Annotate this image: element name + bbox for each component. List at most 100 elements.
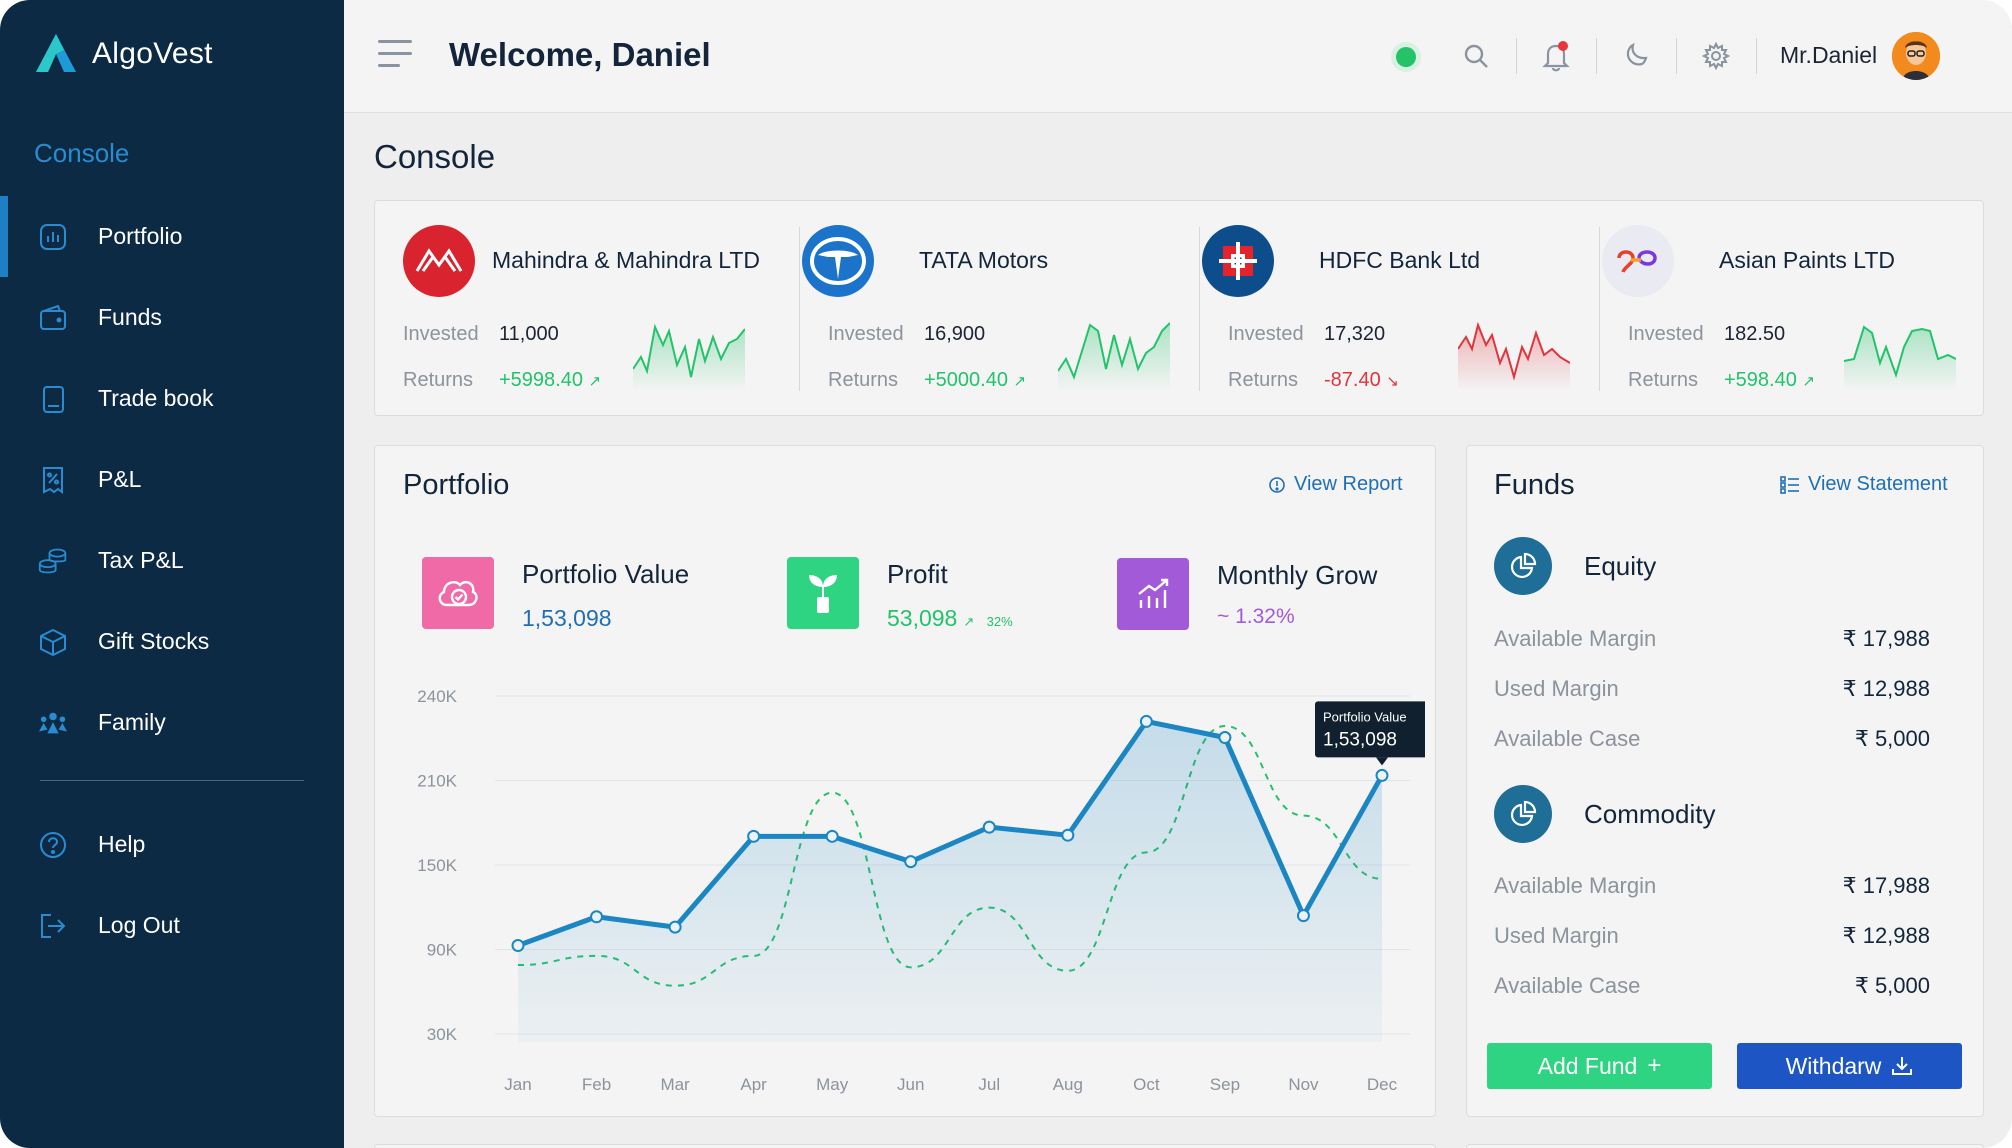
stock-returns: Returns -87.40 ↘ [1228, 369, 1399, 391]
data-point [1139, 714, 1153, 728]
x-tick-label: Nov [1288, 1075, 1319, 1094]
page-title: Console [374, 138, 496, 175]
stock-name: Asian Paints LTD [1719, 247, 1895, 273]
sidebar: AlgoVest Console Portfolio Funds Trade b… [0, 0, 344, 1148]
data-point [1296, 909, 1310, 923]
fund-row: Available Case ₹ 5,000 [1494, 973, 1930, 998]
kpi-value: 53,098 ↗ 32% [887, 605, 1013, 631]
fund-group-commodity: Commodity [1494, 785, 1715, 843]
trend-up-icon: ↗ [963, 614, 975, 629]
sidebar-item-funds[interactable]: Funds [0, 277, 344, 358]
data-point [1375, 768, 1389, 782]
add-fund-button[interactable]: Add Fund + [1487, 1043, 1712, 1089]
plant-growth-icon [787, 557, 859, 629]
hamburger-menu-icon[interactable] [378, 40, 412, 70]
sidebar-divider [40, 780, 304, 781]
stock-card-hdfc[interactable]: HDFC Bank Ltd Invested 17,320 Returns -87.… [1200, 201, 1600, 417]
sparkline-chart [1844, 325, 1956, 391]
view-report-link[interactable]: View Report [1268, 473, 1403, 496]
fund-row: Available Case ₹ 5,000 [1494, 726, 1930, 751]
x-tick-label: May [816, 1075, 849, 1094]
fund-row: Used Margin ₹ 12,988 [1494, 676, 1930, 701]
x-tick-label: Mar [660, 1075, 690, 1094]
stock-invested: Invested 182.50 [1628, 323, 1786, 345]
avatar[interactable] [1892, 32, 1940, 80]
kpi-profit: Profit 53,098 ↗ 32% [787, 557, 1047, 637]
returns-value: +5000.40 ↗ [924, 369, 1027, 391]
user-name[interactable]: Mr.Daniel [1780, 42, 1877, 69]
fund-group-title: Equity [1584, 550, 1657, 581]
sidebar-item-pnl[interactable]: P&L [0, 439, 344, 520]
welcome-title: Welcome, Daniel [449, 36, 711, 73]
online-status-icon [1396, 47, 1416, 67]
tooltip-arrow [1376, 757, 1388, 766]
sidebar-item-label: Family [98, 709, 166, 735]
kpi-sub-value: 32% [986, 614, 1013, 629]
stock-cards: Mahindra & Mahindra LTD Invested 11,000 R… [374, 200, 1984, 416]
fund-amount: ₹ 12,988 [1842, 923, 1930, 948]
sidebar-section-title: Console [34, 138, 130, 168]
y-tick-label: 240K [417, 687, 457, 706]
fund-amount: ₹ 17,988 [1842, 873, 1930, 898]
view-statement-link[interactable]: View Statement [1780, 473, 1948, 496]
sidebar-item-gift-stocks[interactable]: Gift Stocks [0, 601, 344, 682]
sidebar-item-tax-pnl[interactable]: Tax P&L [0, 520, 344, 601]
header-divider [1756, 38, 1757, 74]
info-circle-icon [1269, 476, 1285, 493]
sidebar-item-portfolio[interactable]: Portfolio [0, 196, 344, 277]
invested-value: 17,320 [1324, 323, 1386, 345]
settings-gear-icon[interactable] [1700, 40, 1732, 72]
brand[interactable]: AlgoVest [34, 32, 213, 76]
x-tick-label: Jun [897, 1075, 924, 1094]
algovest-logo-icon [36, 34, 76, 72]
fund-amount: ₹ 17,988 [1842, 626, 1930, 651]
notification-bell-icon[interactable] [1540, 40, 1572, 72]
search-icon[interactable] [1460, 40, 1492, 72]
sidebar-item-label: Portfolio [98, 223, 183, 249]
fund-amount: ₹ 5,000 [1854, 973, 1930, 998]
stock-card-asian-paints[interactable]: Asian Paints LTD Invested 182.50 Returns +… [1600, 201, 2000, 417]
stock-returns: Returns +5000.40 ↗ [828, 369, 1027, 391]
stock-returns: Returns +598.40 ↗ [1628, 369, 1815, 391]
next-panel-edge [1466, 1144, 1984, 1148]
family-icon [38, 708, 68, 738]
data-point [668, 920, 682, 934]
tata-logo-icon [802, 225, 874, 297]
x-tick-label: Oct [1133, 1075, 1160, 1094]
asian-paints-logo-icon [1602, 225, 1674, 297]
trend-down-icon: ↘ [1386, 373, 1399, 390]
x-tick-label: Dec [1367, 1075, 1398, 1094]
portfolio-title: Portfolio [403, 469, 510, 501]
sparkline-chart [633, 323, 745, 391]
pie-chart-icon [1494, 785, 1552, 843]
header-divider [1516, 38, 1517, 74]
returns-value: -87.40 ↘ [1324, 369, 1399, 391]
x-tick-label: Feb [582, 1075, 611, 1094]
app-window: AlgoVest Console Portfolio Funds Trade b… [0, 0, 2012, 1148]
y-tick-label: 210K [417, 772, 457, 791]
sidebar-item-help[interactable]: Help [0, 804, 344, 885]
dark-mode-moon-icon[interactable] [1620, 40, 1652, 72]
data-point [1061, 828, 1075, 842]
stock-card-mahindra[interactable]: Mahindra & Mahindra LTD Invested 11,000 R… [375, 201, 775, 417]
sidebar-item-family[interactable]: Family [0, 682, 344, 763]
pie-chart-icon [1494, 537, 1552, 595]
withdraw-button[interactable]: Withdarw [1737, 1043, 1962, 1089]
stock-invested: Invested 17,320 [1228, 323, 1386, 345]
sidebar-item-logout[interactable]: Log Out [0, 885, 344, 966]
stock-name: TATA Motors [919, 247, 1049, 273]
sparkline-chart [1458, 321, 1570, 391]
kpi-value: 1,53,098 [522, 605, 612, 631]
fund-row: Available Margin ₹ 17,988 [1494, 626, 1930, 651]
kpi-value: ~ 1.32% [1217, 605, 1295, 628]
kpi-label: Monthly Grow [1217, 560, 1378, 590]
sidebar-item-trade-book[interactable]: Trade book [0, 358, 344, 439]
data-point [747, 829, 761, 843]
sidebar-item-label: Help [98, 831, 146, 857]
stock-card-tata[interactable]: TATA Motors Invested 16,900 Returns +5000.… [800, 201, 1200, 417]
sidebar-item-label: Tax P&L [98, 547, 184, 573]
box-icon [38, 627, 68, 657]
x-tick-label: Jul [978, 1075, 1000, 1094]
statement-list-icon [1780, 475, 1799, 494]
fund-group-title: Commodity [1584, 798, 1716, 829]
